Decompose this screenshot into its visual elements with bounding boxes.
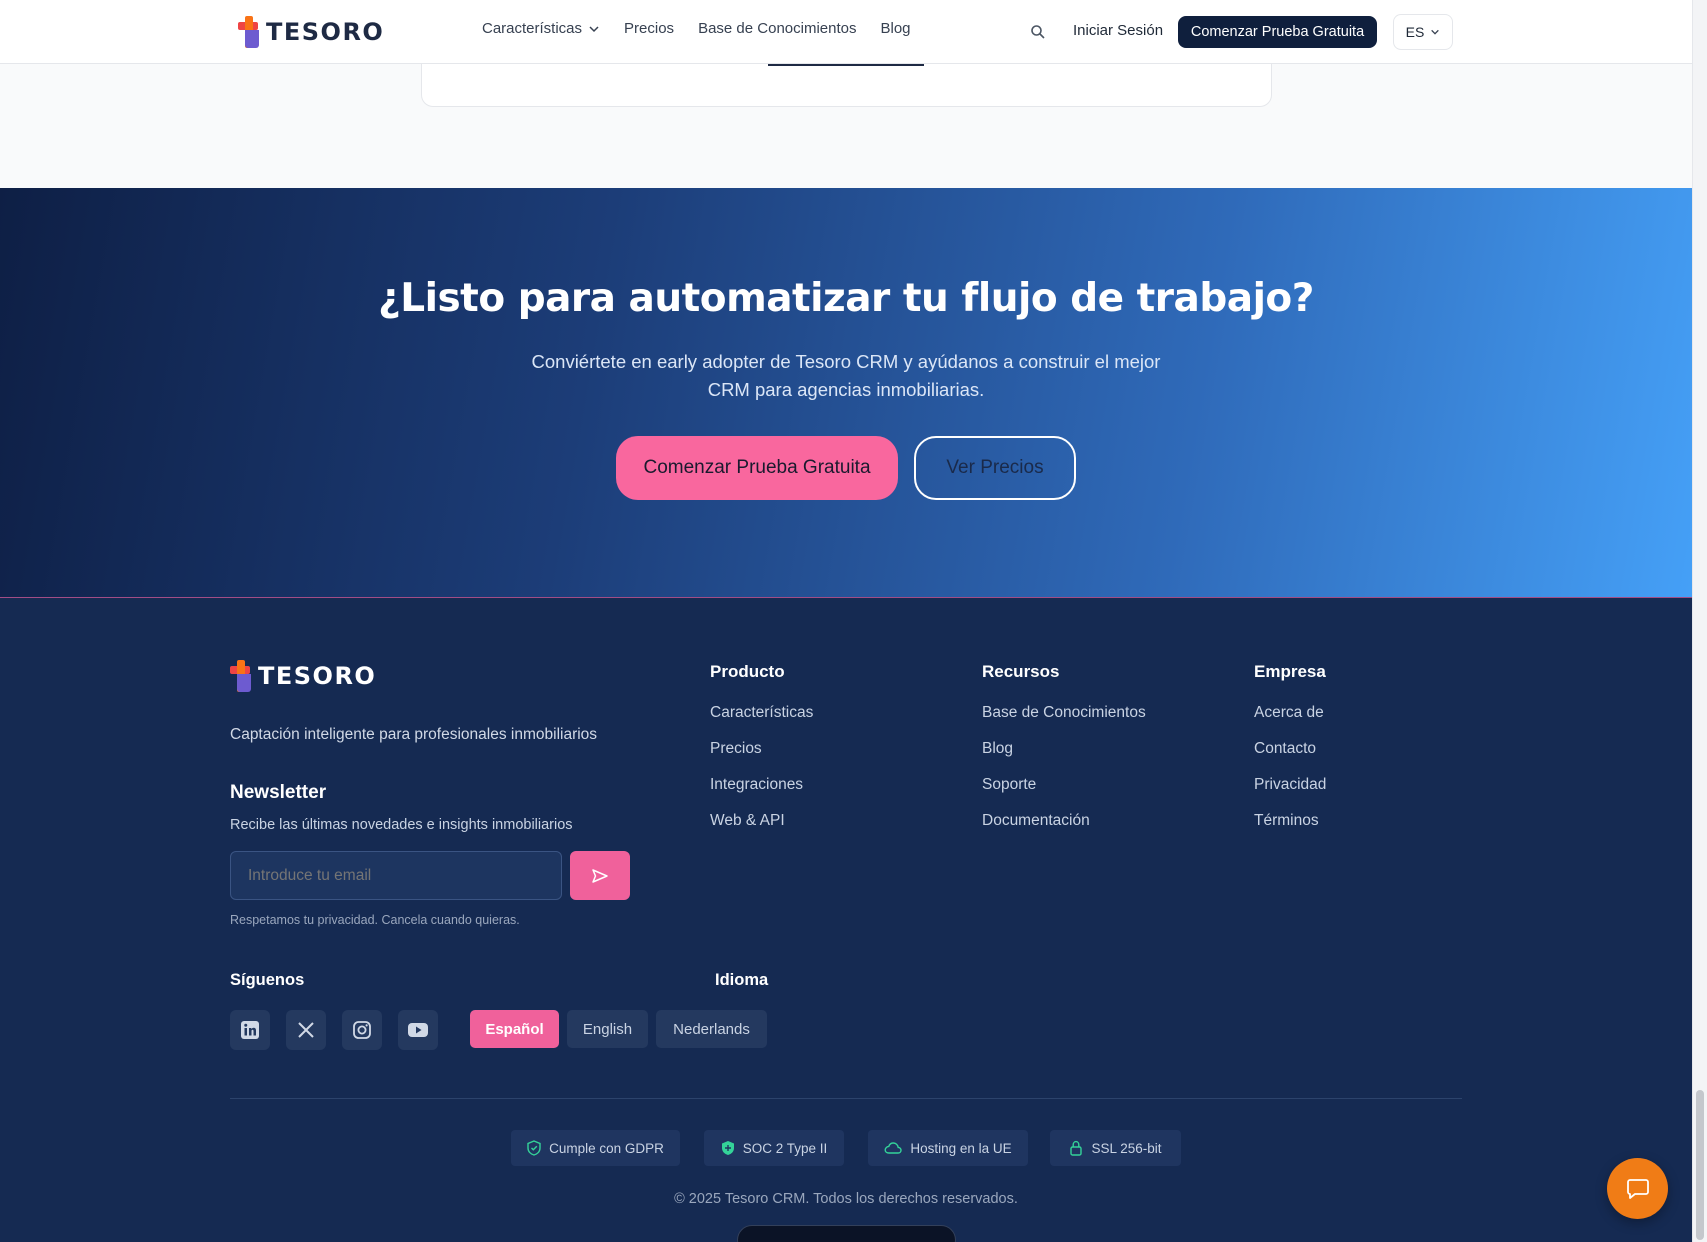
- youtube-button[interactable]: [398, 1010, 438, 1050]
- footer-link[interactable]: Privacidad: [1254, 776, 1326, 795]
- footer-link[interactable]: Blog: [982, 740, 1146, 759]
- instagram-button[interactable]: [342, 1010, 382, 1050]
- nav-link-knowledge-base[interactable]: Base de Conocimientos: [698, 20, 856, 37]
- bottom-toolbar[interactable]: [737, 1225, 956, 1242]
- badge-label: Cumple con GDPR: [549, 1140, 664, 1156]
- footer-column-title: Recursos: [982, 662, 1060, 681]
- nav-link-features-label: Características: [482, 20, 583, 37]
- shield-check-icon: [527, 1140, 541, 1156]
- footer-brand-name: TESORO: [258, 662, 377, 690]
- footer-link[interactable]: Términos: [1254, 812, 1326, 831]
- copyright: © 2025 Tesoro CRM. Todos los derechos re…: [674, 1191, 1018, 1207]
- start-trial-button[interactable]: Comenzar Prueba Gratuita: [1178, 16, 1377, 48]
- footer-brand-logo[interactable]: TESORO: [230, 660, 376, 692]
- chat-button[interactable]: [1607, 1158, 1668, 1219]
- logo-mark-icon: [230, 660, 252, 692]
- language-option-es[interactable]: Español: [470, 1010, 559, 1048]
- language-option-nl[interactable]: Nederlands: [656, 1010, 767, 1048]
- main-nav: Características Precios Base de Conocimi…: [482, 20, 911, 37]
- language-option-en[interactable]: English: [567, 1010, 648, 1048]
- footer-divider: [230, 1098, 1462, 1099]
- badge-label: SSL 256-bit: [1091, 1140, 1162, 1156]
- chevron-down-icon: [1431, 29, 1440, 35]
- footer-column-title: Empresa: [1254, 662, 1326, 681]
- shield-icon: [721, 1141, 734, 1155]
- badge-gdpr: Cumple con GDPR: [511, 1130, 680, 1166]
- footer-link[interactable]: Documentación: [982, 812, 1146, 831]
- cloud-icon: [884, 1142, 903, 1154]
- start-trial-cta-button[interactable]: Comenzar Prueba Gratuita: [616, 436, 898, 500]
- footer: TESORO Captación inteligente para profes…: [0, 597, 1692, 1242]
- newsletter-email-input[interactable]: [230, 851, 562, 900]
- cta-subtitle: Conviértete en early adopter de Tesoro C…: [531, 351, 1161, 400]
- brand-logo[interactable]: TESORO: [238, 16, 384, 48]
- newsletter-title: Newsletter: [230, 782, 327, 803]
- top-navbar: TESORO Características Precios Base de C…: [0, 0, 1692, 64]
- badge-eu-hosting: Hosting en la UE: [868, 1130, 1028, 1166]
- newsletter-subtitle: Recibe las últimas novedades e insights …: [230, 817, 573, 833]
- x-icon: [298, 1022, 314, 1038]
- youtube-icon: [408, 1023, 428, 1037]
- view-pricing-button[interactable]: Ver Precios: [914, 436, 1076, 500]
- badge-ssl: SSL 256-bit: [1050, 1130, 1181, 1166]
- nav-link-pricing[interactable]: Precios: [624, 20, 674, 37]
- login-link[interactable]: Iniciar Sesión: [1073, 22, 1163, 39]
- badge-soc2: SOC 2 Type II: [704, 1130, 844, 1166]
- nav-link-features[interactable]: Características: [482, 20, 600, 37]
- linkedin-icon: [241, 1021, 259, 1039]
- logo-mark-icon: [238, 16, 260, 48]
- footer-link[interactable]: Acerca de: [1254, 704, 1326, 723]
- footer-tagline: Captación inteligente para profesionales…: [230, 726, 598, 743]
- badge-label: SOC 2 Type II: [742, 1140, 828, 1156]
- footer-column-company: Empresa Acerca de Contacto Privacidad Té…: [1254, 662, 1326, 848]
- lock-icon: [1070, 1140, 1083, 1156]
- chevron-down-icon: [589, 25, 599, 32]
- x-twitter-button[interactable]: [286, 1010, 326, 1050]
- follow-us-title: Síguenos: [230, 971, 305, 989]
- linkedin-button[interactable]: [230, 1010, 270, 1050]
- language-selector[interactable]: ES: [1393, 14, 1453, 50]
- newsletter-submit-button[interactable]: [570, 851, 630, 900]
- instagram-icon: [353, 1021, 371, 1039]
- footer-link[interactable]: Soporte: [982, 776, 1146, 795]
- language-selector-label: ES: [1405, 24, 1425, 40]
- nav-link-blog[interactable]: Blog: [881, 20, 911, 37]
- chat-icon: [1626, 1178, 1649, 1199]
- footer-link[interactable]: Características: [710, 704, 813, 723]
- brand-name: TESORO: [266, 18, 385, 46]
- search-icon[interactable]: [1030, 24, 1046, 40]
- cta-section: ¿Listo para automatizar tu flujo de trab…: [0, 188, 1692, 597]
- cta-title: ¿Listo para automatizar tu flujo de trab…: [378, 276, 1314, 321]
- language-title: Idioma: [715, 971, 769, 989]
- footer-column-resources: Recursos Base de Conocimientos Blog Sopo…: [982, 662, 1146, 848]
- newsletter-privacy-note: Respetamos tu privacidad. Cancela cuando…: [230, 913, 520, 927]
- tab-underline: [768, 64, 924, 66]
- footer-link[interactable]: Contacto: [1254, 740, 1326, 759]
- footer-column-product: Producto Características Precios Integra…: [710, 662, 813, 848]
- footer-link[interactable]: Integraciones: [710, 776, 813, 795]
- page-scrollbar[interactable]: [1692, 0, 1707, 1242]
- footer-link[interactable]: Base de Conocimientos: [982, 704, 1146, 723]
- send-icon: [592, 868, 608, 883]
- badge-label: Hosting en la UE: [910, 1140, 1012, 1156]
- scrollbar-thumb[interactable]: [1696, 1090, 1704, 1240]
- footer-column-title: Producto: [710, 662, 785, 681]
- footer-link[interactable]: Precios: [710, 740, 813, 759]
- footer-link[interactable]: Web & API: [710, 812, 813, 831]
